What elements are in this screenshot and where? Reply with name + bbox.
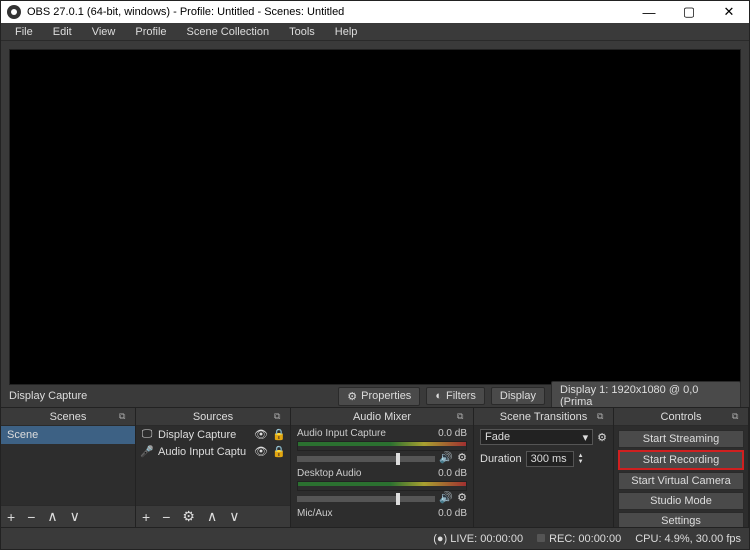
studio-mode-button[interactable]: Studio Mode [618,492,744,510]
source-down-button[interactable]: ∨ [229,508,239,525]
remove-source-button[interactable]: − [162,509,170,525]
lock-icon[interactable]: 🔒 [272,445,286,458]
monitor-icon: 🖵 [140,428,154,441]
sources-panel: Sources ⧉ 🖵 Display Capture 👁 🔒 🎤 Audio … [136,408,291,527]
source-settings-button[interactable]: ⚙ [182,508,195,525]
title-bar: OBS 27.0.1 (64-bit, windows) - Profile: … [1,1,749,23]
sources-list: 🖵 Display Capture 👁 🔒 🎤 Audio Input Capt… [136,426,290,505]
filters-button[interactable]: ◐ Filters [426,387,485,405]
start-virtual-camera-button[interactable]: Start Virtual Camera [618,472,744,490]
menu-help[interactable]: Help [325,24,368,40]
source-up-button[interactable]: ∧ [207,508,217,525]
transition-select[interactable]: Fade [480,429,593,445]
volume-slider[interactable] [297,496,435,502]
transitions-panel: Scene Transitions ⧉ Fade ⚙ Duration 300 … [474,408,614,527]
scene-down-button[interactable]: ∨ [70,508,80,525]
popout-icon[interactable]: ⧉ [597,411,609,423]
channel-db: 0.0 dB [438,468,467,479]
close-button[interactable]: ✕ [709,1,749,23]
vu-meter [297,441,467,451]
menu-profile[interactable]: Profile [125,24,176,40]
mixer-channel: Mic/Aux 0.0 dB [291,506,473,521]
window-title: OBS 27.0.1 (64-bit, windows) - Profile: … [27,6,344,18]
controls-body: Start Streaming Start Recording Start Vi… [614,426,748,527]
gear-icon[interactable]: ⚙ [457,451,467,464]
selected-source-label: Display Capture [9,390,87,402]
obs-window: OBS 27.0.1 (64-bit, windows) - Profile: … [0,0,750,550]
popout-icon[interactable]: ⧉ [119,411,131,423]
preview-area [1,41,749,385]
window-buttons: — ▢ ✕ [629,1,749,23]
obs-logo-icon [7,5,21,19]
gear-icon[interactable]: ⚙ [597,431,607,444]
controls-panel: Controls ⧉ Start Streaming Start Recordi… [614,408,749,527]
mixer-channel: Audio Input Capture 0.0 dB 🔊 ⚙ [291,426,473,466]
speaker-icon[interactable]: 🔊 [439,491,453,504]
eye-icon[interactable]: 👁 [254,428,268,441]
source-item[interactable]: 🖵 Display Capture 👁 🔒 [136,426,290,443]
channel-name: Audio Input Capture [297,428,386,439]
dock-panels: Scenes ⧉ Scene + − ∧ ∨ Sources ⧉ 🖵 [1,407,749,527]
audio-mixer-panel: Audio Mixer ⧉ Audio Input Capture 0.0 dB… [291,408,474,527]
add-scene-button[interactable]: + [7,509,15,525]
source-label: Display Capture [158,429,236,441]
source-label: Audio Input Captu [158,446,246,458]
source-toolbar: Display Capture ⚙ Properties ◐ Filters D… [1,385,749,407]
volume-slider[interactable] [297,456,435,462]
transitions-body: Fade ⚙ Duration 300 ms ▲▼ [474,426,613,527]
menu-file[interactable]: File [5,24,43,40]
menu-edit[interactable]: Edit [43,24,82,40]
display-label: Display [491,387,545,405]
add-source-button[interactable]: + [142,509,150,525]
menu-tools[interactable]: Tools [279,24,325,40]
popout-icon[interactable]: ⧉ [732,411,744,423]
scene-item[interactable]: Scene [1,426,135,444]
duration-label: Duration [480,453,522,465]
popout-icon[interactable]: ⧉ [274,411,286,423]
controls-header: Controls ⧉ [614,408,748,426]
scenes-toolbar: + − ∧ ∨ [1,505,135,527]
gear-icon[interactable]: ⚙ [457,491,467,504]
popout-icon[interactable]: ⧉ [457,411,469,423]
mic-icon: 🎤 [140,445,154,458]
menu-scene-collection[interactable]: Scene Collection [177,24,280,40]
eye-icon[interactable]: 👁 [254,445,268,458]
scenes-header: Scenes ⧉ [1,408,135,426]
duration-spinner[interactable]: ▲▼ [578,453,584,465]
start-recording-button[interactable]: Start Recording [618,450,744,470]
scenes-panel: Scenes ⧉ Scene + − ∧ ∨ [1,408,136,527]
channel-name: Mic/Aux [297,508,333,519]
properties-button[interactable]: ⚙ Properties [338,387,420,406]
gear-icon: ⚙ [347,390,357,403]
lock-icon[interactable]: 🔒 [272,428,286,441]
filters-icon: ◐ [435,390,442,402]
transitions-header: Scene Transitions ⧉ [474,408,613,426]
vu-meter [297,481,467,491]
scenes-list: Scene [1,426,135,505]
preview-canvas[interactable] [9,49,741,385]
mixer-header: Audio Mixer ⧉ [291,408,473,426]
menu-view[interactable]: View [82,24,126,40]
menu-bar: File Edit View Profile Scene Collection … [1,23,749,41]
channel-db: 0.0 dB [438,508,467,519]
duration-input[interactable]: 300 ms [526,451,574,467]
channel-name: Desktop Audio [297,468,362,479]
sources-header: Sources ⧉ [136,408,290,426]
source-item[interactable]: 🎤 Audio Input Captu 👁 🔒 [136,443,290,460]
rec-status: REC: 00:00:00 [537,533,621,545]
speaker-icon[interactable]: 🔊 [439,451,453,464]
maximize-button[interactable]: ▢ [669,1,709,23]
live-status: (●) LIVE: 00:00:00 [433,533,523,545]
start-streaming-button[interactable]: Start Streaming [618,430,744,448]
channel-db: 0.0 dB [438,428,467,439]
cpu-status: CPU: 4.9%, 30.00 fps [635,533,741,545]
settings-button[interactable]: Settings [618,512,744,527]
mixer-channel: Desktop Audio 0.0 dB 🔊 ⚙ [291,466,473,506]
sources-toolbar: + − ⚙ ∧ ∨ [136,505,290,527]
minimize-button[interactable]: — [629,1,669,23]
scene-up-button[interactable]: ∧ [47,508,57,525]
remove-scene-button[interactable]: − [27,509,35,525]
status-bar: (●) LIVE: 00:00:00 REC: 00:00:00 CPU: 4.… [1,527,749,549]
mixer-body: Audio Input Capture 0.0 dB 🔊 ⚙ Desktop A… [291,426,473,527]
